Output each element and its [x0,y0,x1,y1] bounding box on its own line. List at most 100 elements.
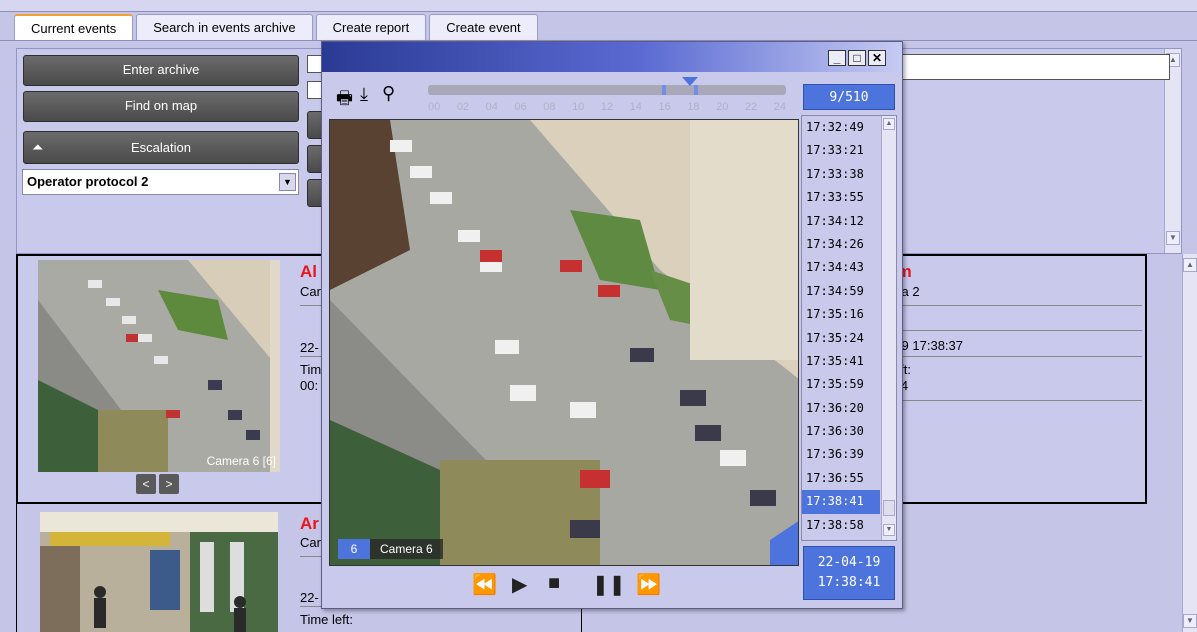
download-icon[interactable]: ⤓ [360,84,368,105]
protocol-select[interactable]: Operator protocol 2 ▼ [22,169,299,195]
enter-archive-button[interactable]: Enter archive [23,55,299,86]
scroll-down-icon[interactable]: ▼ [1166,231,1180,245]
zoom-icon[interactable]: ⚲ [382,83,395,104]
escalation-label: Escalation [131,140,191,155]
time-list-item[interactable]: 17:33:38 [802,163,880,186]
time-list-item[interactable]: 17:34:59 [802,280,880,303]
rewind-icon[interactable]: ⏪ [472,572,497,597]
time-list-item[interactable]: 17:36:20 [802,397,880,420]
player-title-bar[interactable] [322,42,902,72]
tick-label: 06 [514,101,527,113]
time-list-item[interactable]: 17:36:30 [802,420,880,443]
tick-label: 04 [485,101,498,113]
time-scale[interactable]: 00 02 04 06 08 10 12 14 16 18 20 22 24 [428,77,786,117]
scroll-up-icon[interactable]: ▲ [1183,258,1197,272]
event-3-thumbnail[interactable] [40,512,278,632]
next-button[interactable]: > [159,474,179,494]
time-list-item[interactable]: 17:35:16 [802,303,880,326]
divider [890,330,1142,331]
play-icon[interactable]: ▶ [512,572,527,597]
parking-lot-thumbnail [38,260,280,472]
pause-icon[interactable]: ❚❚ [592,572,626,597]
double-chevron-up-icon: ⏶ [32,139,44,155]
tick-label: 22 [744,101,758,113]
time-list-item[interactable]: 17:34:43 [802,256,880,279]
tab-current-events[interactable]: Current events [14,14,134,41]
tick-label: 16 [658,101,671,113]
divider [890,356,1142,357]
range-end [694,85,698,95]
minimize-button[interactable]: _ [828,50,846,66]
current-time: 17:38:41 [817,575,881,590]
video-frame[interactable]: 6 Camera 6 [329,119,799,566]
divider [300,356,322,357]
event-time-list[interactable]: 17:32:49 17:33:21 17:33:38 17:33:55 17:3… [801,115,897,541]
scroll-thumb[interactable] [883,500,895,516]
tick-label: 00 [428,101,441,113]
parking-lot-video [330,120,798,565]
divider [890,400,1142,401]
event-1-time-left-value: 00: [300,378,319,393]
events-scrollbar[interactable]: ▲ ▼ [1182,254,1197,632]
divider [890,305,1142,306]
time-list-item[interactable]: 17:35:24 [802,327,880,350]
event-1-camera: Car [300,284,321,299]
time-list-item[interactable]: 17:32:49 [802,116,880,139]
event-3-title: Ar [300,514,319,533]
time-list-item[interactable]: 17:35:59 [802,373,880,396]
scroll-down-icon[interactable]: ▼ [883,524,895,536]
tab-create-event[interactable]: Create event [429,14,538,41]
tick-label: 08 [543,101,556,113]
time-list-item[interactable]: 17:33:21 [802,139,880,162]
range-start [662,85,666,95]
stop-icon[interactable]: ■ [548,572,560,595]
camera-name: Camera 6 [370,539,443,559]
fast-forward-icon[interactable]: ⏩ [636,572,661,597]
thumbnail-caption: Camera 6 [6] [206,454,276,468]
current-date: 22-04-19 [817,555,881,570]
time-list-item[interactable]: 17:35:41 [802,350,880,373]
event-3-time-left-label: Time left: [300,612,353,627]
tab-create-report[interactable]: Create report [315,14,427,41]
comment-field[interactable] [895,54,1170,80]
time-list-item[interactable]: 17:36:55 [802,467,880,490]
close-button[interactable]: ✕ [868,50,886,66]
scroll-up-icon[interactable]: ▲ [883,118,895,130]
mall-interior-thumbnail [40,512,278,632]
divider [300,305,322,306]
time-scale-ticks: 00 02 04 06 08 10 12 14 16 18 20 22 24 [428,101,786,113]
print-icon[interactable]: 🖶 [336,86,353,116]
chevron-down-icon[interactable]: ▼ [279,173,296,191]
time-list-scrollbar[interactable]: ▲ ▼ [881,116,896,540]
camera-number: 6 [338,539,370,559]
event-1-date: 22- [300,340,319,355]
find-on-map-button[interactable]: Find on map [23,91,299,122]
time-list-item[interactable]: 17:36:39 [802,443,880,466]
event-3-date: 22- [300,590,319,605]
time-list-item[interactable]: 17:38:58 [802,514,880,537]
tick-label: 14 [629,101,642,113]
maximize-button[interactable]: □ [848,50,866,66]
protocol-select-value: Operator protocol 2 [27,174,149,189]
time-scale-track[interactable] [428,85,786,95]
time-list-item[interactable]: 17:34:26 [802,233,880,256]
archive-player-window[interactable]: _ □ ✕ 🖶 ⤓ ⚲ 00 02 04 06 08 10 12 14 16 1… [321,41,903,609]
prev-button[interactable]: < [136,474,156,494]
time-list-item-selected[interactable]: 17:38:41 [802,490,880,514]
tab-bar: Current events Search in events archive … [14,14,541,41]
time-marker-icon[interactable] [682,77,698,86]
time-list-item[interactable]: 17:34:12 [802,210,880,233]
tick-label: 18 [687,101,700,113]
time-list-item[interactable]: 17:33:55 [802,186,880,209]
event-1-title: Al [300,262,317,281]
tab-search-archive[interactable]: Search in events archive [136,14,313,41]
tick-label: 12 [600,101,614,113]
scroll-down-icon[interactable]: ▼ [1183,614,1197,628]
escalation-button[interactable]: ⏶ Escalation [23,131,299,164]
current-datetime: 22-04-19 17:38:41 [803,546,895,600]
frame-counter: 9/510 [803,84,895,110]
event-1-thumbnail[interactable]: Camera 6 [6] [38,260,280,472]
tick-label: 10 [572,101,585,113]
top-strip [0,0,1197,12]
tick-label: 02 [456,101,470,113]
